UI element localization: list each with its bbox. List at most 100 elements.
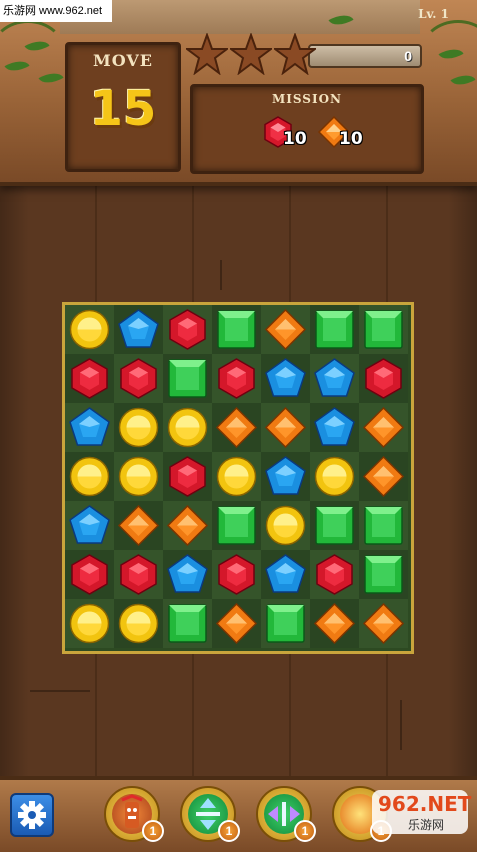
star-rating: [186, 33, 316, 77]
red-gem-icon: [218, 554, 255, 595]
red-gem-tile[interactable]: [212, 550, 261, 599]
red-gem-icon: [120, 554, 157, 595]
score-bar: 0: [308, 44, 422, 68]
orange-gem-icon: [215, 406, 258, 449]
top-panel: Lv. 1 MOVE 15 0 MISSION 10 10: [0, 0, 477, 186]
yellow-gem-tile[interactable]: [65, 452, 114, 501]
orange-gem-tile[interactable]: [261, 403, 310, 452]
green-gem-tile[interactable]: [261, 599, 310, 648]
booster-horizontal[interactable]: 1: [176, 782, 240, 844]
yellow-gem-icon: [69, 309, 110, 350]
green-gem-tile[interactable]: [359, 550, 408, 599]
blue-gem-icon: [69, 505, 110, 544]
blue-gem-tile[interactable]: [310, 403, 359, 452]
red-gem-icon: [316, 554, 353, 595]
stone-wall: [60, 0, 420, 34]
blue-gem-icon: [265, 358, 306, 397]
red-gem-icon: [365, 358, 402, 399]
red-gem-icon: [120, 358, 157, 399]
orange-gem-tile[interactable]: [261, 305, 310, 354]
green-gem-tile[interactable]: [163, 354, 212, 403]
move-counter: MOVE 15: [65, 42, 181, 172]
blue-gem-tile[interactable]: [163, 550, 212, 599]
blue-gem-tile[interactable]: [114, 305, 163, 354]
blue-gem-icon: [265, 554, 306, 593]
yellow-gem-tile[interactable]: [114, 452, 163, 501]
watermark-subtitle: 乐游网: [408, 818, 445, 832]
orange-gem-tile[interactable]: [359, 599, 408, 648]
move-label: MOVE: [93, 51, 153, 70]
blue-gem-icon: [69, 407, 110, 446]
yellow-gem-tile[interactable]: [65, 599, 114, 648]
orange-gem-tile[interactable]: [163, 501, 212, 550]
orange-gem-icon: [313, 602, 356, 645]
green-gem-tile[interactable]: [310, 305, 359, 354]
red-gem-tile[interactable]: [163, 305, 212, 354]
green-gem-tile[interactable]: [310, 501, 359, 550]
blue-gem-icon: [314, 358, 355, 397]
red-gem-tile[interactable]: [359, 354, 408, 403]
yellow-gem-icon: [118, 456, 159, 497]
green-gem-icon: [217, 506, 256, 545]
green-gem-tile[interactable]: [359, 305, 408, 354]
orange-gem-icon: [264, 406, 307, 449]
orange-gem-icon: [264, 308, 307, 351]
yellow-gem-tile[interactable]: [65, 305, 114, 354]
red-gem-tile[interactable]: [114, 550, 163, 599]
yellow-gem-tile[interactable]: [114, 403, 163, 452]
blue-gem-tile[interactable]: [310, 354, 359, 403]
mission-panel: MISSION 10 10: [190, 84, 424, 174]
green-gem-icon: [217, 310, 256, 349]
orange-gem-tile[interactable]: [359, 452, 408, 501]
yellow-gem-icon: [314, 456, 355, 497]
star-icon: [274, 33, 316, 75]
blue-gem-icon: [314, 407, 355, 446]
orange-gem-tile[interactable]: [212, 403, 261, 452]
yellow-gem-icon: [118, 603, 159, 644]
booster-count: 1: [294, 820, 316, 842]
blue-gem-icon: [265, 456, 306, 495]
booster-tiki[interactable]: 1: [100, 782, 164, 844]
red-gem-tile[interactable]: [65, 550, 114, 599]
blue-gem-tile[interactable]: [65, 501, 114, 550]
orange-gem-tile[interactable]: [359, 403, 408, 452]
blue-gem-tile[interactable]: [261, 354, 310, 403]
booster-count: 1: [142, 820, 164, 842]
yellow-gem-tile[interactable]: [163, 403, 212, 452]
mission-label: MISSION: [272, 92, 342, 106]
blue-gem-tile[interactable]: [65, 403, 114, 452]
red-gem-icon: [218, 358, 255, 399]
green-gem-tile[interactable]: [212, 305, 261, 354]
red-gem-tile[interactable]: [114, 354, 163, 403]
yellow-gem-tile[interactable]: [114, 599, 163, 648]
booster-vertical[interactable]: 1: [252, 782, 316, 844]
green-gem-icon: [364, 506, 403, 545]
yellow-gem-tile[interactable]: [310, 452, 359, 501]
settings-button[interactable]: [10, 793, 54, 837]
green-gem-tile[interactable]: [163, 599, 212, 648]
green-gem-icon: [315, 310, 354, 349]
watermark-top: 乐游网 www.962.net: [0, 0, 112, 22]
orange-gem-icon: [166, 504, 209, 547]
yellow-gem-tile[interactable]: [261, 501, 310, 550]
orange-gem-icon: [362, 406, 405, 449]
red-gem-tile[interactable]: [163, 452, 212, 501]
watermark-logo: 962.NET: [378, 792, 472, 816]
blue-gem-tile[interactable]: [261, 550, 310, 599]
orange-gem-tile[interactable]: [212, 599, 261, 648]
green-gem-tile[interactable]: [359, 501, 408, 550]
blue-gem-tile[interactable]: [261, 452, 310, 501]
yellow-gem-icon: [69, 603, 110, 644]
yellow-gem-tile[interactable]: [212, 452, 261, 501]
red-gem-icon: [71, 554, 108, 595]
red-gem-tile[interactable]: [310, 550, 359, 599]
yellow-gem-icon: [118, 407, 159, 448]
red-gem-tile[interactable]: [212, 354, 261, 403]
orange-gem-tile[interactable]: [114, 501, 163, 550]
watermark-bottom: 962.NET 乐游网: [364, 784, 472, 842]
red-gem-tile[interactable]: [65, 354, 114, 403]
green-gem-icon: [266, 604, 305, 643]
level-label: Lv. 1: [418, 7, 449, 21]
orange-gem-tile[interactable]: [310, 599, 359, 648]
green-gem-tile[interactable]: [212, 501, 261, 550]
